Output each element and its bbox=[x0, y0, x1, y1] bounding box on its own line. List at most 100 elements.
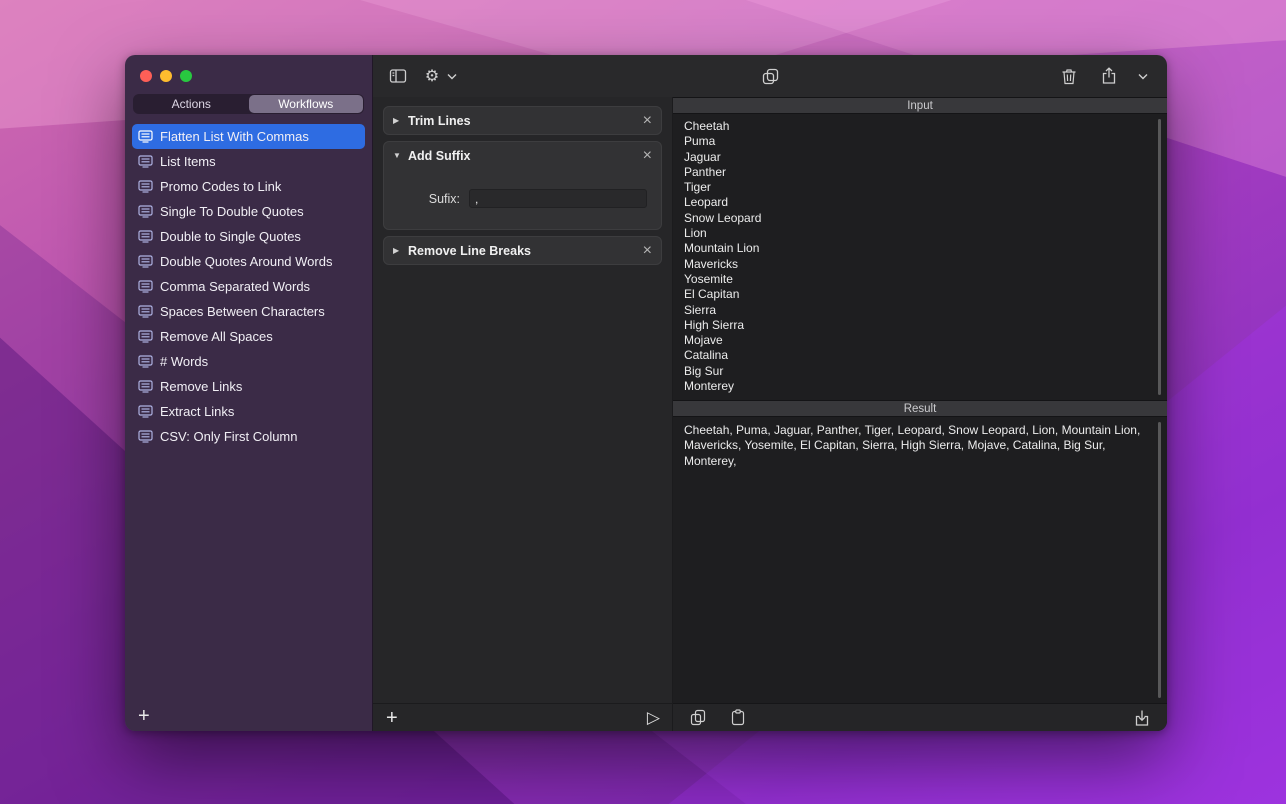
remove-step-icon[interactable]: × bbox=[643, 113, 652, 129]
sidebar-item-comma-separated-words[interactable]: Comma Separated Words bbox=[132, 274, 365, 299]
result-text: Cheetah, Puma, Jaguar, Panther, Tiger, L… bbox=[684, 423, 1140, 468]
app-window: Actions Workflows Flatten List With Comm… bbox=[125, 55, 1167, 731]
tab-actions[interactable]: Actions bbox=[134, 95, 249, 113]
sidebar-item-label: List Items bbox=[160, 154, 216, 169]
sidebar-bottom-bar: + bbox=[125, 701, 372, 731]
run-button[interactable]: ▷ bbox=[647, 709, 660, 726]
workflow-item-icon bbox=[138, 180, 160, 193]
sidebar: Actions Workflows Flatten List With Comm… bbox=[125, 55, 373, 731]
sidebar-item-extract-links[interactable]: Extract Links bbox=[132, 399, 365, 424]
gear-icon[interactable]: ⚙ bbox=[420, 64, 444, 88]
input-line: Yosemite bbox=[684, 272, 1156, 287]
sidebar-item-label: Double to Single Quotes bbox=[160, 229, 301, 244]
content-area: ▶Trim Lines×▼Add Suffix×Sufix:▶Remove Li… bbox=[373, 97, 1167, 731]
zoom-button[interactable] bbox=[180, 70, 192, 82]
input-line: Mavericks bbox=[684, 257, 1156, 272]
step-body: Sufix: bbox=[384, 169, 661, 229]
input-line: Catalina bbox=[684, 348, 1156, 363]
workflow-item-icon bbox=[138, 230, 160, 243]
step-card-add-suffix: ▼Add Suffix× Sufix: bbox=[383, 141, 662, 230]
share-icon[interactable] bbox=[1097, 64, 1121, 88]
sidebar-toggle-icon[interactable] bbox=[386, 64, 410, 88]
copy-icon[interactable] bbox=[686, 706, 710, 730]
sidebar-item-label: CSV: Only First Column bbox=[160, 429, 298, 444]
workflow-item-icon bbox=[138, 205, 160, 218]
sidebar-item-csv-only-first-column[interactable]: CSV: Only First Column bbox=[132, 424, 365, 449]
disclosure-triangle-icon[interactable]: ▶ bbox=[393, 246, 407, 255]
sidebar-item-label: Remove Links bbox=[160, 379, 242, 394]
sidebar-item-spaces-between-characters[interactable]: Spaces Between Characters bbox=[132, 299, 365, 324]
input-line: High Sierra bbox=[684, 318, 1156, 333]
sidebar-item-promo-codes-to-link[interactable]: Promo Codes to Link bbox=[132, 174, 365, 199]
tab-workflows[interactable]: Workflows bbox=[249, 95, 364, 113]
input-line: Lion bbox=[684, 226, 1156, 241]
chevron-down-icon[interactable] bbox=[444, 64, 460, 88]
result-scrollbar[interactable] bbox=[1158, 422, 1161, 698]
input-line: Mojave bbox=[684, 333, 1156, 348]
workflow-item-icon bbox=[138, 255, 160, 268]
paste-icon[interactable] bbox=[726, 706, 750, 730]
input-line: Jaguar bbox=[684, 150, 1156, 165]
sidebar-item-label: Extract Links bbox=[160, 404, 234, 419]
input-textarea[interactable]: CheetahPumaJaguarPantherTigerLeopardSnow… bbox=[673, 114, 1167, 400]
input-header-label: Input bbox=[907, 100, 933, 112]
minimize-button[interactable] bbox=[160, 70, 172, 82]
step-header[interactable]: ▶Remove Line Breaks× bbox=[384, 237, 661, 264]
sidebar-item-label: # Words bbox=[160, 354, 208, 369]
sidebar-item-remove-links[interactable]: Remove Links bbox=[132, 374, 365, 399]
sidebar-item-list-items[interactable]: List Items bbox=[132, 149, 365, 174]
io-panel: Input CheetahPumaJaguarPantherTigerLeopa… bbox=[673, 97, 1167, 731]
sidebar-item-single-to-double-quotes[interactable]: Single To Double Quotes bbox=[132, 199, 365, 224]
input-scrollbar[interactable] bbox=[1158, 119, 1161, 395]
input-line: Mountain Lion bbox=[684, 241, 1156, 256]
add-step-button[interactable]: + bbox=[386, 708, 398, 728]
sidebar-item-label: Comma Separated Words bbox=[160, 279, 310, 294]
input-line: Puma bbox=[684, 134, 1156, 149]
input-lines: CheetahPumaJaguarPantherTigerLeopardSnow… bbox=[684, 119, 1156, 394]
result-header: Result bbox=[673, 400, 1167, 417]
sidebar-item-remove-all-spaces[interactable]: Remove All Spaces bbox=[132, 324, 365, 349]
workflow-item-icon bbox=[138, 305, 160, 318]
input-line: El Capitan bbox=[684, 287, 1156, 302]
sidebar-item-flatten-list-with-commas[interactable]: Flatten List With Commas bbox=[132, 124, 365, 149]
workflow-steps-panel: ▶Trim Lines×▼Add Suffix×Sufix:▶Remove Li… bbox=[373, 97, 673, 731]
input-line: Monterey bbox=[684, 379, 1156, 394]
step-header[interactable]: ▼Add Suffix× bbox=[384, 142, 661, 169]
main-area: ⚙ bbox=[373, 55, 1167, 731]
remove-step-icon[interactable]: × bbox=[643, 243, 652, 259]
workflow-item-icon bbox=[138, 355, 160, 368]
sidebar-item-label: Single To Double Quotes bbox=[160, 204, 304, 219]
download-icon[interactable] bbox=[1130, 706, 1154, 730]
suffix-input[interactable] bbox=[469, 189, 647, 208]
remove-step-icon[interactable]: × bbox=[643, 148, 652, 164]
workflow-item-icon bbox=[138, 380, 160, 393]
input-line: Big Sur bbox=[684, 364, 1156, 379]
disclosure-triangle-icon[interactable]: ▶ bbox=[393, 116, 407, 125]
sidebar-item-label: Promo Codes to Link bbox=[160, 179, 281, 194]
step-title: Trim Lines bbox=[408, 114, 471, 128]
close-button[interactable] bbox=[140, 70, 152, 82]
sidebar-item-words[interactable]: # Words bbox=[132, 349, 365, 374]
clipboard-copy-icon[interactable] bbox=[758, 64, 782, 88]
steps-bottom-bar: + ▷ bbox=[373, 703, 672, 731]
workflow-item-icon bbox=[138, 330, 160, 343]
input-line: Snow Leopard bbox=[684, 211, 1156, 226]
sidebar-item-double-quotes-around-words[interactable]: Double Quotes Around Words bbox=[132, 249, 365, 274]
step-header[interactable]: ▶Trim Lines × bbox=[384, 107, 661, 134]
workflow-item-icon bbox=[138, 430, 160, 443]
disclosure-triangle-icon[interactable]: ▼ bbox=[393, 151, 407, 160]
workflow-item-icon bbox=[138, 130, 160, 143]
toolbar-chevron-down-icon[interactable] bbox=[1137, 64, 1149, 88]
workflow-list: Flatten List With Commas List Items Promo … bbox=[125, 124, 372, 449]
workflow-item-icon bbox=[138, 405, 160, 418]
trash-icon[interactable] bbox=[1057, 64, 1081, 88]
suffix-field-label: Sufix: bbox=[398, 192, 460, 206]
result-textarea[interactable]: Cheetah, Puma, Jaguar, Panther, Tiger, L… bbox=[673, 417, 1167, 703]
step-card-trim-lines: ▶Trim Lines × bbox=[383, 106, 662, 135]
sidebar-item-label: Double Quotes Around Words bbox=[160, 254, 332, 269]
sidebar-item-double-to-single-quotes[interactable]: Double to Single Quotes bbox=[132, 224, 365, 249]
sidebar-tabs: Actions Workflows bbox=[133, 94, 364, 114]
input-header: Input bbox=[673, 97, 1167, 114]
add-workflow-button[interactable]: + bbox=[138, 706, 150, 726]
toolbar: ⚙ bbox=[373, 55, 1167, 97]
